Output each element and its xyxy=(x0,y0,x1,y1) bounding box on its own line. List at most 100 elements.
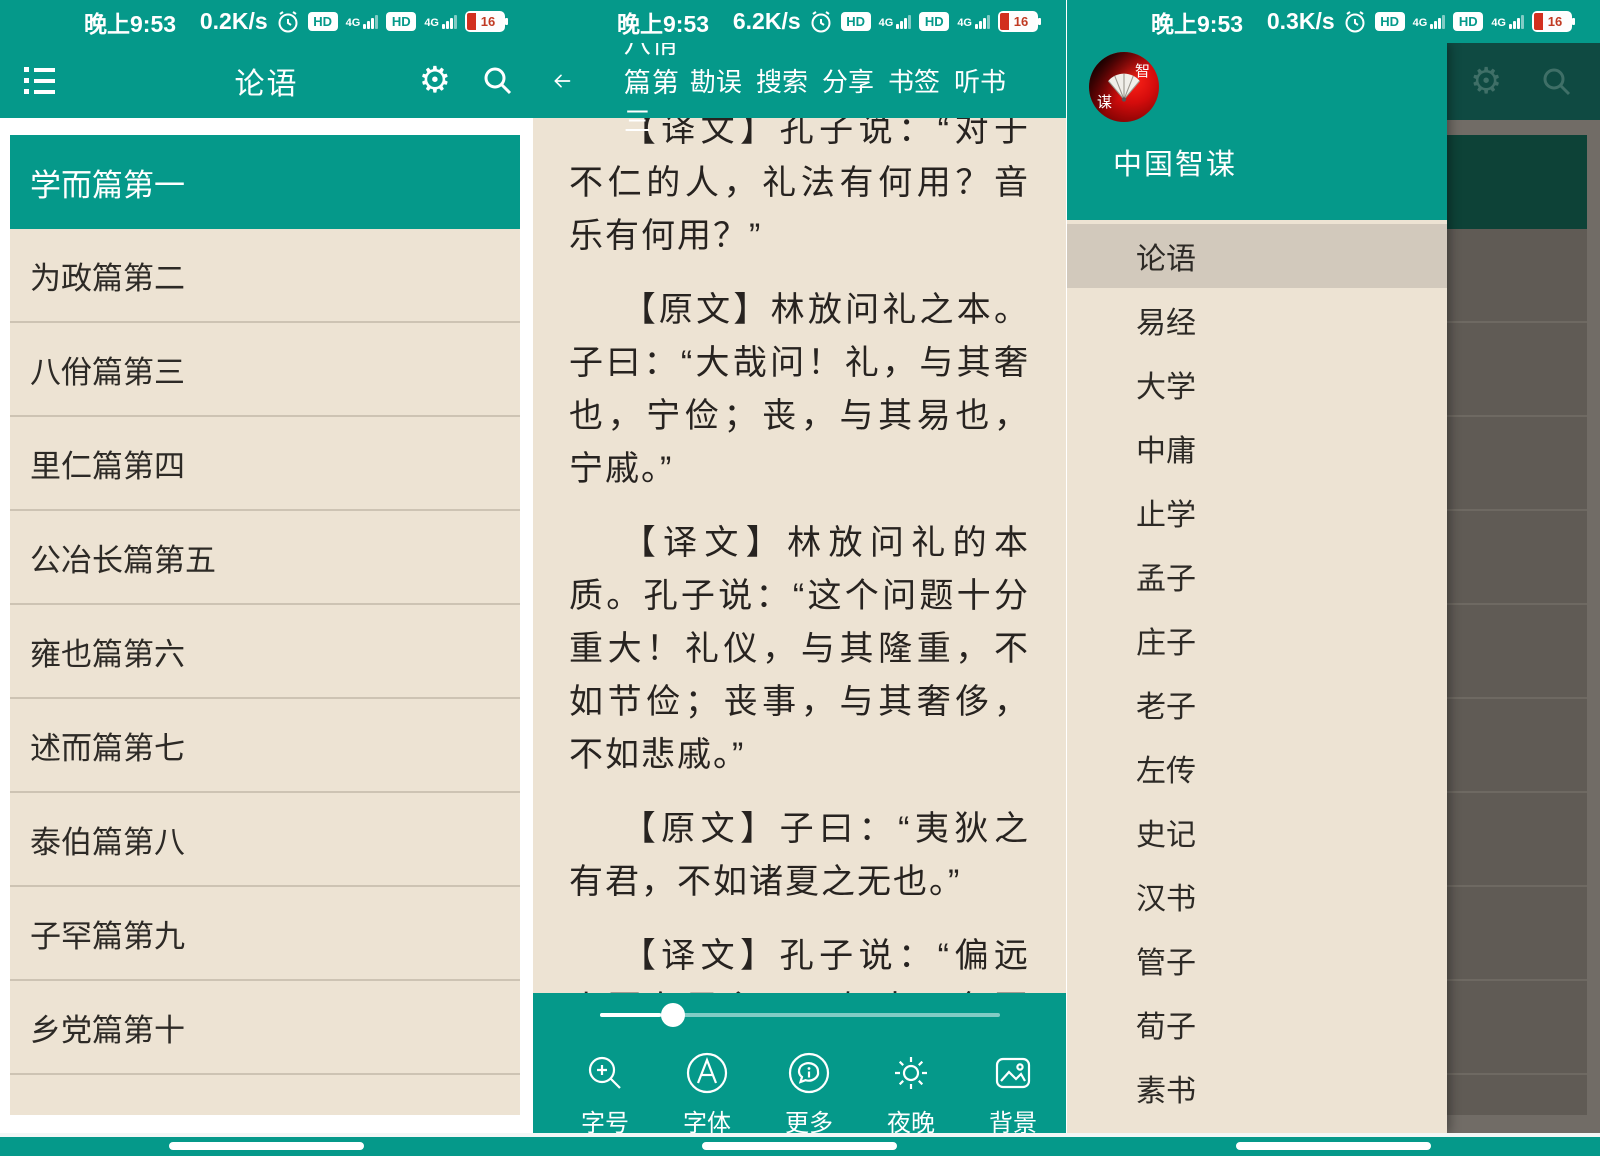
book-list: 论语 易经 大学 中庸 止学 孟子 庄子 老子 左传 史记 汉书 管子 荀子 素… xyxy=(1067,220,1447,1120)
font-family-icon xyxy=(684,1050,730,1096)
status-bar: 晚上9:53 0.3K/s HD 4G HD 4G 16 xyxy=(1067,0,1600,43)
paragraph: 【译文】林放问礼的本质。孔子说：“这个问题十分重大！礼仪，与其隆重，不如节俭；丧… xyxy=(569,517,1030,782)
home-indicator[interactable] xyxy=(1236,1142,1431,1150)
reading-area[interactable]: 【译文】孔子说：“对于不仁的人，礼法有何用？音乐有何用？” 【原文】林放问礼之本… xyxy=(533,118,1066,993)
network-speed: 6.2K/s xyxy=(733,8,801,35)
book-item[interactable]: 易经 xyxy=(1067,288,1447,352)
book-item[interactable]: 管子 xyxy=(1067,928,1447,992)
menu-item-search[interactable]: 搜索 xyxy=(756,62,808,99)
panel-reader: 晚上9:53 6.2K/s HD 4G HD 4G 16 八佾篇第三 勘误 搜索 xyxy=(533,0,1066,1156)
reader-menu: 勘误 搜索 分享 书签 听书 xyxy=(690,62,1006,99)
app-title: 中国智谋 xyxy=(1113,141,1237,183)
book-item[interactable]: 老子 xyxy=(1067,672,1447,736)
app-logo-icon: 智 谋 xyxy=(1089,52,1159,122)
triple-screenshot: 晚上9:53 0.2K/s HD 4G HD 4G 16 论语 ⚙ xyxy=(0,0,1600,1156)
reader-toolbar: 字号 字体 更多 xyxy=(533,993,1066,1133)
status-icons: 0.2K/s HD 4G HD 4G 16 xyxy=(200,8,505,35)
signal-icon: 4G xyxy=(1413,15,1446,29)
book-item[interactable]: 大学 xyxy=(1067,352,1447,416)
book-item[interactable]: 左传 xyxy=(1067,736,1447,800)
sun-icon xyxy=(888,1050,934,1096)
book-item-selected[interactable]: 论语 xyxy=(1067,224,1447,288)
brightness-slider[interactable] xyxy=(533,1003,1066,1027)
navigation-drawer: 智 谋 中国智谋 论语 易经 大学 中庸 止学 孟子 庄子 老子 左传 史记 汉… xyxy=(1067,43,1447,1133)
slider-thumb[interactable] xyxy=(661,1003,685,1027)
chapter-item-selected[interactable]: 学而篇第一 xyxy=(10,135,520,229)
chapter-item[interactable]: 为政篇第二 xyxy=(10,229,520,323)
book-item[interactable]: 荀子 xyxy=(1067,992,1447,1056)
status-icons: 6.2K/s HD 4G HD 4G 16 xyxy=(733,8,1038,35)
alarm-icon xyxy=(276,10,300,34)
system-nav-bar xyxy=(0,1137,1600,1156)
search-icon-dimmed xyxy=(1540,65,1574,99)
paragraph: 【原文】林放问礼之本。子曰：“大哉问！礼，与其奢也，宁俭；丧，与其易也，宁戚。” xyxy=(569,284,1030,496)
book-item[interactable]: 素书 xyxy=(1067,1056,1447,1120)
menu-item-errata[interactable]: 勘误 xyxy=(690,62,742,99)
menu-item-share[interactable]: 分享 xyxy=(822,62,874,99)
menu-item-bookmark[interactable]: 书签 xyxy=(888,62,940,99)
icon-char-top: 智 xyxy=(1135,60,1150,81)
book-item[interactable]: 庄子 xyxy=(1067,608,1447,672)
font-family-button[interactable]: 字体 xyxy=(656,1050,758,1138)
font-size-icon xyxy=(582,1050,628,1096)
battery-icon: 16 xyxy=(465,11,505,32)
alarm-icon xyxy=(1343,10,1367,34)
hd-icon: HD xyxy=(919,12,949,31)
back-icon[interactable] xyxy=(553,63,572,99)
home-indicator[interactable] xyxy=(169,1142,364,1150)
signal-icon: 4G xyxy=(957,15,990,29)
network-speed: 0.3K/s xyxy=(1267,8,1335,35)
app-header: 论语 ⚙ xyxy=(0,43,533,118)
chapter-item-partial[interactable] xyxy=(10,1075,520,1115)
chapter-item[interactable]: 里仁篇第四 xyxy=(10,417,520,511)
icon-char-bottom: 谋 xyxy=(1097,91,1112,112)
drawer-header: 智 谋 中国智谋 xyxy=(1067,43,1447,220)
status-time: 晚上9:53 xyxy=(84,5,176,39)
status-bar: 晚上9:53 0.2K/s HD 4G HD 4G 16 xyxy=(0,0,533,43)
picture-icon xyxy=(990,1050,1036,1096)
home-indicator[interactable] xyxy=(702,1142,897,1150)
chapter-item[interactable]: 泰伯篇第八 xyxy=(10,793,520,887)
paragraph: 【译文】孔子说：“对于不仁的人，礼法有何用？音乐有何用？” xyxy=(569,118,1030,263)
alarm-icon xyxy=(809,10,833,34)
chapter-list: 学而篇第一 为政篇第二 八佾篇第三 里仁篇第四 公冶长篇第五 雍也篇第六 述而篇… xyxy=(10,135,520,1115)
book-item[interactable]: 汉书 xyxy=(1067,864,1447,928)
gear-icon-dimmed: ⚙ xyxy=(1470,61,1502,102)
panel-chapter-list: 晚上9:53 0.2K/s HD 4G HD 4G 16 论语 ⚙ xyxy=(0,0,533,1156)
page-title: 论语 xyxy=(0,59,533,103)
signal-icon: 4G xyxy=(424,15,457,29)
chapter-list-background: 学而篇第一 为政篇第二 八佾篇第三 里仁篇第四 公冶长篇第五 雍也篇第六 述而篇… xyxy=(0,118,533,1133)
panel-drawer: ⚙ xyxy=(1067,0,1600,1156)
chapter-item[interactable]: 公冶长篇第五 xyxy=(10,511,520,605)
night-mode-button[interactable]: 夜晚 xyxy=(860,1050,962,1138)
status-icons: 0.3K/s HD 4G HD 4G 16 xyxy=(1267,8,1572,35)
chapter-item[interactable]: 乡党篇第十 xyxy=(10,981,520,1075)
paragraph: 【原文】子曰：“夷狄之有君，不如诸夏之无也。” xyxy=(569,803,1030,909)
hd-icon: HD xyxy=(841,12,871,31)
book-item[interactable]: 止学 xyxy=(1067,480,1447,544)
status-time: 晚上9:53 xyxy=(1151,5,1243,39)
background-button[interactable]: 背景 xyxy=(962,1050,1064,1138)
more-icon xyxy=(786,1050,832,1096)
menu-item-listen[interactable]: 听书 xyxy=(954,62,1006,99)
chapter-item[interactable]: 雍也篇第六 xyxy=(10,605,520,699)
book-item[interactable]: 史记 xyxy=(1067,800,1447,864)
hd-icon: HD xyxy=(1375,12,1405,31)
book-item[interactable]: 孟子 xyxy=(1067,544,1447,608)
chapter-item[interactable]: 述而篇第七 xyxy=(10,699,520,793)
chapter-item[interactable]: 八佾篇第三 xyxy=(10,323,520,417)
network-speed: 0.2K/s xyxy=(200,8,268,35)
signal-icon: 4G xyxy=(879,15,912,29)
reader-header: 八佾篇第三 勘误 搜索 分享 书签 听书 xyxy=(533,43,1066,118)
signal-icon: 4G xyxy=(346,15,379,29)
paragraph: 【译文】孔子说：“偏远小国有君主，不如中原各国没君主。” xyxy=(569,930,1030,993)
battery-icon: 16 xyxy=(1532,11,1572,32)
status-bar: 晚上9:53 6.2K/s HD 4G HD 4G 16 xyxy=(533,0,1066,43)
book-item[interactable]: 中庸 xyxy=(1067,416,1447,480)
font-size-button[interactable]: 字号 xyxy=(554,1050,656,1138)
signal-icon: 4G xyxy=(1491,15,1524,29)
hd-icon: HD xyxy=(308,12,338,31)
chapter-item[interactable]: 子罕篇第九 xyxy=(10,887,520,981)
more-button[interactable]: 更多 xyxy=(758,1050,860,1138)
battery-icon: 16 xyxy=(998,11,1038,32)
